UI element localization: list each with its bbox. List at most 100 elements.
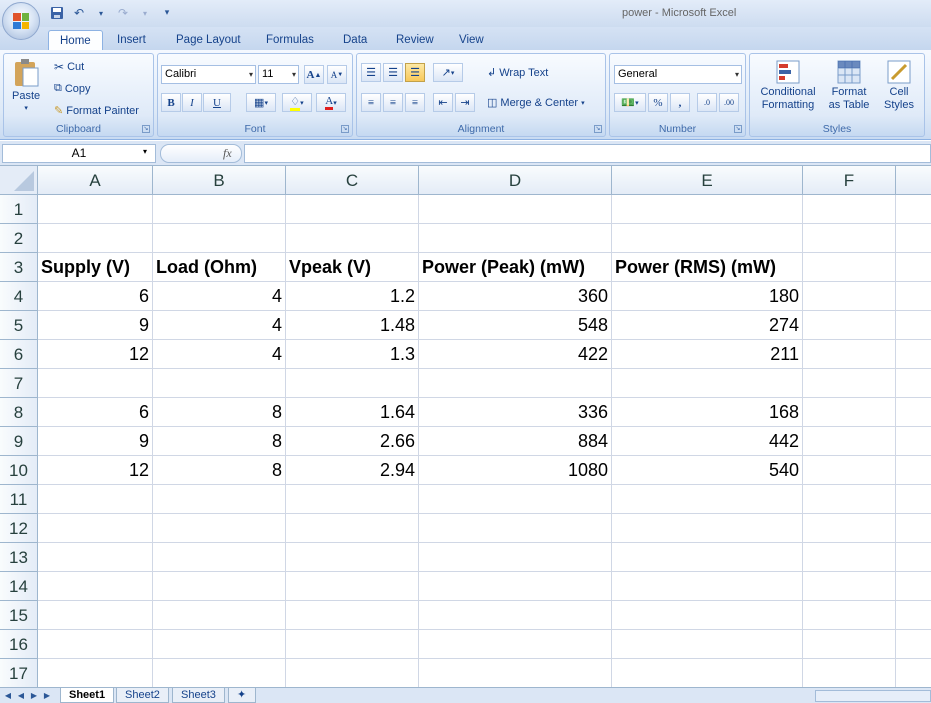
cell[interactable] <box>419 572 612 601</box>
cell[interactable]: 4 <box>153 282 286 311</box>
cell[interactable] <box>612 659 803 687</box>
tab-insert[interactable]: Insert <box>106 30 157 51</box>
cell[interactable] <box>38 601 153 630</box>
cell[interactable] <box>803 601 896 630</box>
number-format-select[interactable]: General ▾ <box>614 65 742 84</box>
copy-button[interactable]: ⧉ Copy <box>54 82 91 95</box>
row-header-7[interactable]: 7 <box>0 369 38 398</box>
cell[interactable] <box>419 485 612 514</box>
orientation-button[interactable]: ↗ ▾ <box>433 63 463 82</box>
dropdown-icon[interactable]: ▾ <box>92 5 110 21</box>
formula-input[interactable] <box>244 144 931 163</box>
cell[interactable] <box>896 253 931 282</box>
cell[interactable]: 4 <box>153 311 286 340</box>
cell[interactable] <box>286 659 419 687</box>
cell[interactable] <box>612 514 803 543</box>
dialog-launcher-icon[interactable]: ↘ <box>734 125 742 133</box>
row-header-1[interactable]: 1 <box>0 195 38 224</box>
dialog-launcher-icon[interactable]: ↘ <box>142 125 150 133</box>
fill-color-button[interactable]: ♢ ▾ <box>282 93 312 112</box>
cell[interactable] <box>38 543 153 572</box>
cell[interactable]: 211 <box>612 340 803 369</box>
cell[interactable] <box>803 398 896 427</box>
increase-decimal-button[interactable]: .0 <box>697 93 717 112</box>
row-header-8[interactable]: 8 <box>0 398 38 427</box>
font-size-select[interactable]: 11 ▾ <box>258 65 299 84</box>
cell[interactable] <box>153 195 286 224</box>
cell[interactable]: 1.48 <box>286 311 419 340</box>
cut-button[interactable]: ✂ Cut <box>54 60 84 74</box>
cell[interactable] <box>419 369 612 398</box>
row-header-2[interactable]: 2 <box>0 224 38 253</box>
row-header-14[interactable]: 14 <box>0 572 38 601</box>
cell[interactable] <box>896 543 931 572</box>
tab-view[interactable]: View <box>448 30 495 51</box>
cell[interactable]: 12 <box>38 456 153 485</box>
cell[interactable]: Power (Peak) (mW) <box>419 253 612 282</box>
cell[interactable] <box>896 398 931 427</box>
decrease-decimal-button[interactable]: .00 <box>719 93 739 112</box>
italic-button[interactable]: I <box>182 93 202 112</box>
cell[interactable]: 9 <box>38 427 153 456</box>
cell[interactable]: 4 <box>153 340 286 369</box>
tab-data[interactable]: Data <box>332 30 378 51</box>
cell[interactable] <box>612 369 803 398</box>
cell[interactable] <box>38 572 153 601</box>
cell[interactable] <box>38 224 153 253</box>
cell[interactable] <box>612 543 803 572</box>
tab-home[interactable]: Home <box>48 30 103 52</box>
cell[interactable]: 2.94 <box>286 456 419 485</box>
align-right-button[interactable]: ≡ <box>405 93 425 112</box>
column-header-partial[interactable] <box>896 166 931 195</box>
cell[interactable]: 360 <box>419 282 612 311</box>
insert-sheet-button[interactable]: ✦ <box>228 688 256 703</box>
cell[interactable] <box>612 572 803 601</box>
cell[interactable] <box>612 630 803 659</box>
cell[interactable] <box>286 514 419 543</box>
row-header-5[interactable]: 5 <box>0 311 38 340</box>
cell[interactable] <box>896 456 931 485</box>
cell[interactable]: 2.66 <box>286 427 419 456</box>
align-left-button[interactable]: ≡ <box>361 93 381 112</box>
cell[interactable] <box>419 601 612 630</box>
cell[interactable] <box>38 485 153 514</box>
cell[interactable] <box>896 369 931 398</box>
cell[interactable] <box>153 572 286 601</box>
merge-center-button[interactable]: ◫ Merge & Center ▾ <box>487 96 585 110</box>
cell[interactable] <box>419 514 612 543</box>
cell[interactable] <box>803 282 896 311</box>
wrap-text-button[interactable]: ↲ Wrap Text <box>487 66 548 80</box>
cell[interactable] <box>896 601 931 630</box>
cell[interactable]: 12 <box>38 340 153 369</box>
cell[interactable]: 1.64 <box>286 398 419 427</box>
cell[interactable] <box>153 514 286 543</box>
decrease-indent-button[interactable]: ⇤ <box>433 93 453 112</box>
borders-button[interactable]: ▦ ▾ <box>246 93 276 112</box>
cell[interactable] <box>896 427 931 456</box>
cell[interactable] <box>803 311 896 340</box>
tab-formulas[interactable]: Formulas <box>255 30 325 51</box>
cell[interactable] <box>803 630 896 659</box>
increase-indent-button[interactable]: ⇥ <box>455 93 475 112</box>
cell[interactable] <box>896 224 931 253</box>
cell[interactable]: 548 <box>419 311 612 340</box>
column-header-e[interactable]: E <box>612 166 803 195</box>
row-header-13[interactable]: 13 <box>0 543 38 572</box>
insert-function-icon[interactable]: fx <box>223 146 232 161</box>
chevron-down-icon[interactable]: ▾ <box>143 147 147 156</box>
cell[interactable]: 9 <box>38 311 153 340</box>
row-header-4[interactable]: 4 <box>0 282 38 311</box>
paste-button[interactable]: Paste ▾ <box>12 58 40 112</box>
cell[interactable]: 442 <box>612 427 803 456</box>
cell[interactable] <box>153 630 286 659</box>
percent-style-button[interactable]: % <box>648 93 668 112</box>
cell[interactable]: Power (RMS) (mW) <box>612 253 803 282</box>
accounting-format-button[interactable]: 💵 ▾ <box>614 93 646 112</box>
cell[interactable] <box>896 659 931 687</box>
row-header-11[interactable]: 11 <box>0 485 38 514</box>
cell[interactable] <box>419 659 612 687</box>
cell[interactable] <box>803 485 896 514</box>
cell[interactable]: 8 <box>153 456 286 485</box>
sheet-tab-3[interactable]: Sheet3 <box>172 688 225 703</box>
cell[interactable] <box>286 195 419 224</box>
